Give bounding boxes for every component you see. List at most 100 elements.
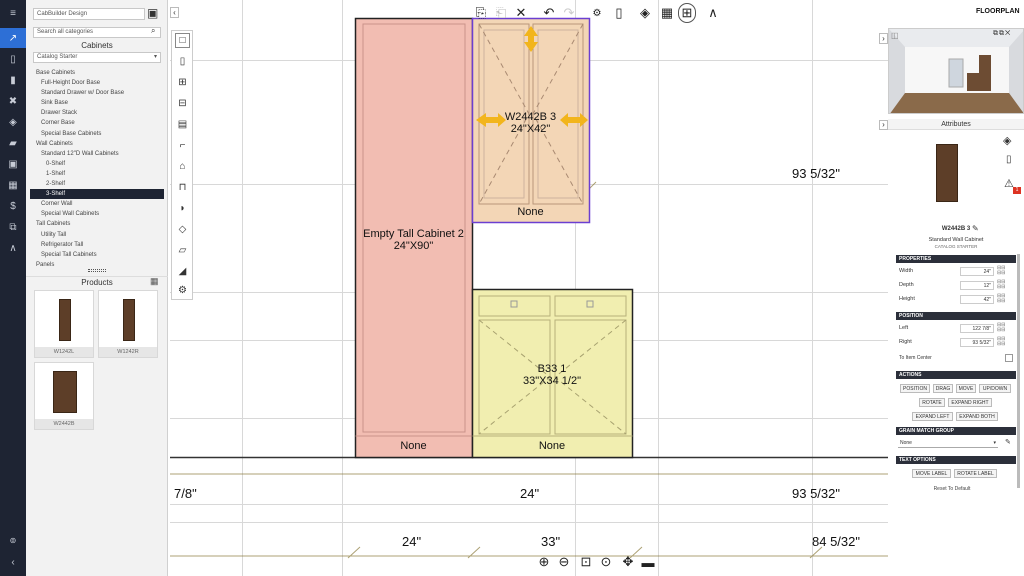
ruler-icon[interactable]: ▬ <box>639 552 657 572</box>
gear-icon[interactable]: ⚙ <box>175 283 190 298</box>
door-icon[interactable]: ▯ <box>610 3 628 23</box>
catalog-select[interactable]: Catalog Starter ▾ <box>33 52 161 63</box>
depth-input[interactable]: 12" <box>960 281 994 290</box>
paint-tool-icon[interactable]: ◢ <box>175 264 190 279</box>
to-center-checkbox[interactable] <box>1005 354 1013 362</box>
left-input[interactable]: 122 7/8" <box>960 324 994 333</box>
tree-item[interactable]: Corner Base <box>30 118 164 128</box>
light-tool-icon[interactable]: ⌂ <box>175 159 190 174</box>
nav-chart-icon[interactable]: ↗ <box>0 28 26 48</box>
collapse-left-icon[interactable]: ‹ <box>0 552 26 572</box>
product-card[interactable]: W2442B <box>34 362 94 430</box>
tree-item[interactable]: Base Cabinets <box>30 68 164 78</box>
width-input[interactable]: 24" <box>960 267 994 276</box>
grain-select[interactable]: None ▾ <box>898 438 998 448</box>
elevation-view-icon[interactable]: ⊞ <box>678 3 696 23</box>
molding-tool-icon[interactable]: ▱ <box>175 243 190 258</box>
nav-book-icon[interactable]: ▮ <box>0 70 26 90</box>
zoom-out-icon[interactable]: ⊖ <box>555 552 573 572</box>
nav-compass-icon[interactable]: ∧ <box>0 238 26 258</box>
nav-tools-icon[interactable]: ✖ <box>0 91 26 111</box>
grain-edit-icon[interactable]: ✎ <box>1005 438 1011 446</box>
resize-handle[interactable] <box>88 269 106 272</box>
settings-gear-icon[interactable]: ⚙ <box>588 3 606 23</box>
undo-icon[interactable]: ↶ <box>540 3 558 23</box>
right-input[interactable]: 93 5/32" <box>960 338 994 347</box>
height-stepper[interactable]: ⊟⊟ ⊟⊟ <box>997 294 1005 304</box>
nav-copy-icon[interactable]: ⧉ <box>0 217 26 237</box>
select-tool-icon[interactable]: □ <box>175 33 190 48</box>
grid-icon[interactable]: ▦ <box>658 3 676 23</box>
action-expand-both-button[interactable]: EXPAND BOTH <box>956 412 998 421</box>
action-updown-button[interactable]: UP/DOWN <box>979 384 1011 393</box>
window-tool-icon[interactable]: ⊞ <box>175 75 190 90</box>
project-name-input[interactable]: CabBuilder Design <box>33 8 145 20</box>
tree-item[interactable]: 2-Shelf <box>30 179 164 189</box>
action-drag-button[interactable]: DRAG <box>933 384 953 393</box>
tree-item[interactable]: Corner Wall <box>30 199 164 209</box>
expand-attributes-button[interactable]: › <box>879 120 888 130</box>
tree-item[interactable]: Sink Base <box>30 98 164 108</box>
hamburger-menu-icon[interactable]: ≡ <box>0 3 26 23</box>
appliance-tool-icon[interactable]: ▤ <box>175 117 190 132</box>
zoom-selection-icon[interactable]: ⊙ <box>597 552 615 572</box>
tree-item[interactable]: Utility Tall <box>30 230 164 240</box>
3d-preview[interactable]: ◫ ⧉⧉✕ <box>888 28 1024 114</box>
measure-icon[interactable]: ∧ <box>704 3 722 23</box>
right-stepper[interactable]: ⊟⊟ ⊟⊟ <box>997 337 1005 347</box>
tree-item[interactable]: Tall Cabinets <box>30 219 164 229</box>
tree-item[interactable]: Special Wall Cabinets <box>30 209 164 219</box>
close-icon[interactable]: ✕ <box>512 3 530 23</box>
wall-tool-icon[interactable]: ▯ <box>175 54 190 69</box>
design-canvas[interactable]: Empty Tall Cabinet 2 24"X90" None W2442B… <box>170 0 888 576</box>
grid-view-icon[interactable]: ▦ <box>150 276 159 287</box>
nav-paint-icon[interactable]: ▰ <box>0 133 26 153</box>
save-icon[interactable]: ▣ <box>147 6 161 20</box>
nav-document-icon[interactable]: ▯ <box>0 49 26 69</box>
faucet-tool-icon[interactable]: ⌐ <box>175 138 190 153</box>
copy-icon[interactable]: ⎘ <box>472 3 490 23</box>
tree-item[interactable]: 1-Shelf <box>30 169 164 179</box>
action-move-button[interactable]: MOVE <box>956 384 976 393</box>
nav-layers-icon[interactable]: ◈ <box>0 112 26 132</box>
width-stepper[interactable]: ⊟⊟ ⊟⊟ <box>997 266 1005 276</box>
settings-icon[interactable]: ⊚ <box>0 530 26 550</box>
layers-icon[interactable]: ◈ <box>636 3 654 23</box>
camera-icon[interactable]: ◫ <box>891 31 899 40</box>
cabinet-tool-icon[interactable]: ⊟ <box>175 96 190 111</box>
search-icon[interactable]: ⌕ <box>151 26 155 36</box>
preview-window-controls[interactable]: ⧉⧉✕ <box>993 30 1011 38</box>
reset-default-link[interactable]: Reset To Default <box>896 486 1008 492</box>
tree-item[interactable]: Standard Drawer w/ Door Base <box>30 88 164 98</box>
search-input[interactable]: Search all categories <box>33 27 161 38</box>
hood-tool-icon[interactable]: ⊓ <box>175 180 190 195</box>
tree-item[interactable]: 0-Shelf <box>30 159 164 169</box>
tree-item[interactable]: Special Base Cabinets <box>30 129 164 139</box>
move-label-button[interactable]: MOVE LABEL <box>912 469 951 478</box>
expand-preview-button[interactable]: › <box>879 33 888 44</box>
nav-dollar-icon[interactable]: $ <box>0 196 26 216</box>
3d-box-icon[interactable]: ◈ <box>1003 134 1011 147</box>
redo-icon[interactable]: ↷ <box>560 3 578 23</box>
product-card[interactable]: W1242L <box>34 290 94 358</box>
door-style-icon[interactable]: ▯ <box>1006 154 1012 165</box>
height-input[interactable]: 42" <box>960 295 994 304</box>
action-expand-left-button[interactable]: EXPAND LEFT <box>912 412 953 421</box>
depth-stepper[interactable]: ⊟⊟ ⊟⊟ <box>997 280 1005 290</box>
pan-icon[interactable]: ✥ <box>619 552 637 572</box>
tree-item[interactable]: Special Tall Cabinets <box>30 250 164 260</box>
tree-item[interactable]: Refrigerator Tall <box>30 240 164 250</box>
collapse-panel-button[interactable]: ‹ <box>170 7 179 18</box>
panel-tool-icon[interactable]: ◇ <box>175 222 190 237</box>
nav-grid-icon[interactable]: ▦ <box>0 175 26 195</box>
paste-icon[interactable]: ⎗ <box>492 3 510 23</box>
edit-pencil-icon[interactable]: ✎ <box>972 224 979 233</box>
zoom-in-icon[interactable]: ⊕ <box>535 552 553 572</box>
action-rotate-button[interactable]: ROTATE <box>919 398 945 407</box>
tree-item[interactable]: Full-Height Door Base <box>30 78 164 88</box>
action-position-button[interactable]: POSITION <box>900 384 930 393</box>
countertop-tool-icon[interactable]: ◗ <box>175 201 190 216</box>
nav-window-icon[interactable]: ▣ <box>0 154 26 174</box>
product-card[interactable]: W1242R <box>98 290 158 358</box>
tree-item[interactable]: Drawer Stack <box>30 108 164 118</box>
